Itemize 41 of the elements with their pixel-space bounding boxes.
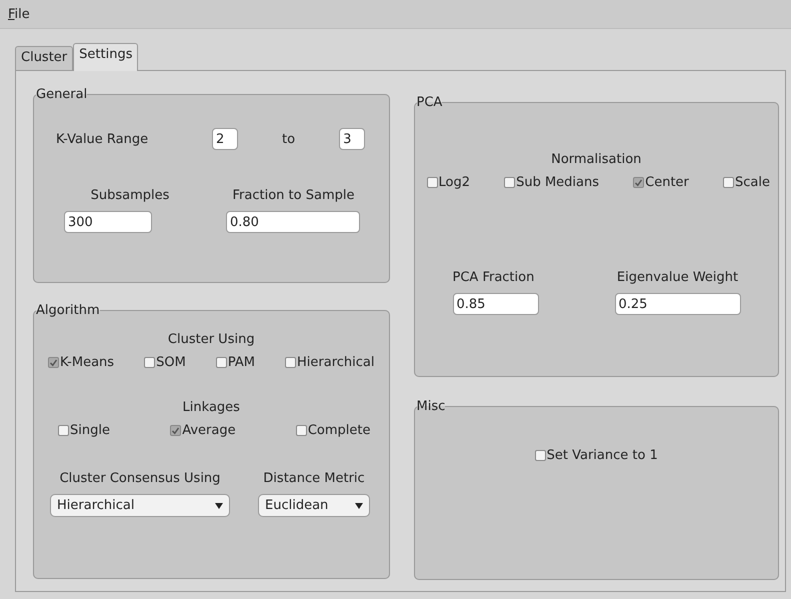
field-label: Subsamples bbox=[90, 188, 170, 203]
input-field[interactable]: 3 bbox=[339, 128, 366, 150]
tab[interactable]: Settings bbox=[73, 43, 138, 71]
dropdown[interactable]: Hierarchical bbox=[50, 494, 230, 517]
input-field[interactable]: 300 bbox=[64, 211, 152, 233]
range-separator: to bbox=[282, 132, 296, 146]
check-icon bbox=[634, 178, 644, 188]
group-label: Cluster Using bbox=[168, 332, 255, 347]
group-title: PCA bbox=[416, 95, 442, 110]
checkbox[interactable]: Average bbox=[170, 423, 236, 438]
dropdown[interactable]: Euclidean bbox=[258, 494, 370, 517]
checkbox[interactable]: Set Variance to 1 bbox=[534, 448, 658, 463]
group-title: General bbox=[36, 87, 88, 102]
field-label: PCA Fraction bbox=[452, 270, 534, 285]
checkbox[interactable]: Log2 bbox=[426, 175, 470, 190]
group-title: Misc bbox=[416, 399, 446, 414]
field-label: K-Value Range bbox=[56, 132, 150, 146]
checkbox[interactable]: Complete bbox=[296, 423, 370, 438]
checkbox[interactable]: Single bbox=[58, 423, 110, 438]
checkbox[interactable]: PAM bbox=[216, 355, 255, 370]
menu-item[interactable]: File bbox=[4, 4, 34, 24]
checkbox[interactable]: K-Means bbox=[48, 355, 114, 370]
field-label: Cluster Consensus Using bbox=[60, 471, 220, 486]
checkbox[interactable]: SOM bbox=[144, 355, 186, 370]
field-label: Distance Metric bbox=[263, 471, 365, 486]
input-field[interactable]: 0.25 bbox=[614, 293, 740, 315]
group-title: Algorithm bbox=[36, 303, 100, 318]
input-field[interactable]: 0.80 bbox=[226, 211, 360, 233]
checkbox[interactable]: Hierarchical bbox=[285, 355, 374, 370]
check-icon bbox=[49, 358, 58, 368]
checkbox[interactable]: Center bbox=[633, 175, 689, 190]
group-label: Normalisation bbox=[551, 152, 642, 167]
checkbox[interactable]: Scale bbox=[722, 175, 770, 190]
input-field[interactable]: 2 bbox=[212, 128, 238, 150]
tab[interactable]: Cluster bbox=[15, 46, 74, 70]
input-field[interactable]: 0.85 bbox=[452, 293, 538, 315]
field-label: Eigenvalue Weight bbox=[616, 270, 738, 285]
checkbox[interactable]: Sub Medians bbox=[504, 175, 600, 190]
group-label: Linkages bbox=[182, 400, 240, 415]
field-label: Fraction to Sample bbox=[232, 188, 354, 203]
check-icon bbox=[171, 426, 180, 436]
